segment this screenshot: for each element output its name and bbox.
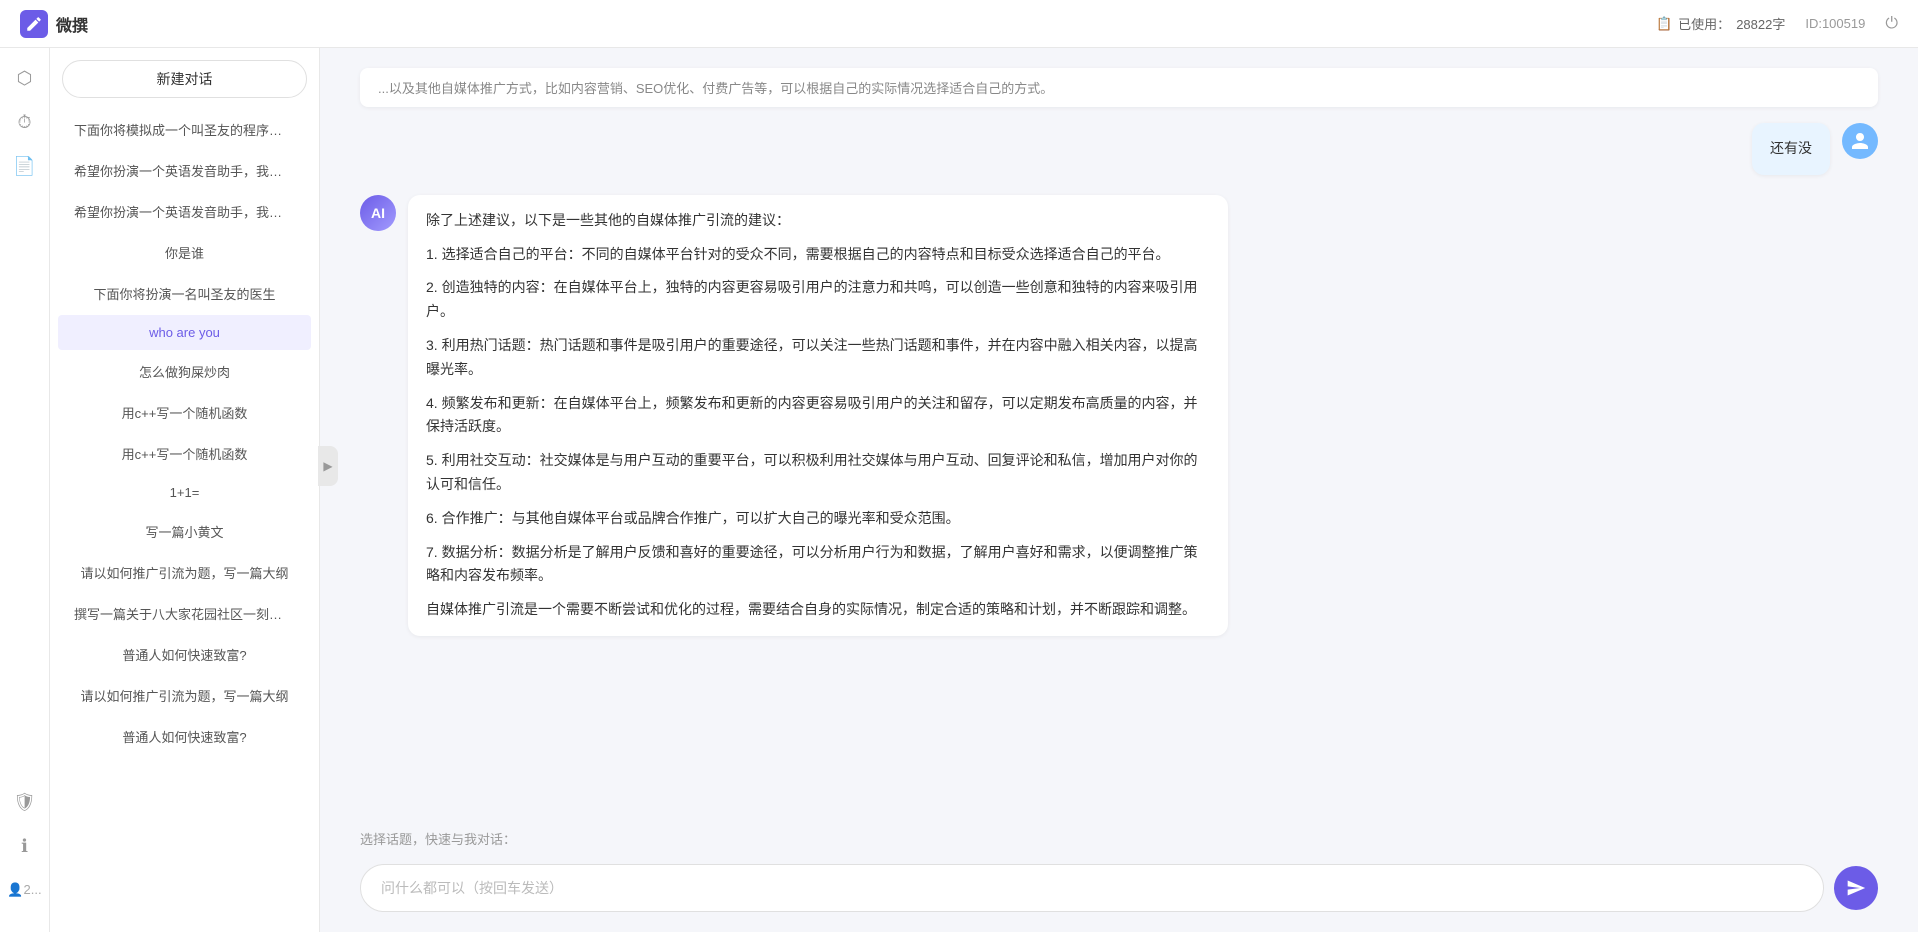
user-bubble-1: 还有没 xyxy=(1752,123,1830,175)
id-badge: ID:100519 xyxy=(1805,16,1865,31)
chat-messages: ...以及其他自媒体推广方式，比如内容营销、SEO优化、付费广告等，可以根据自己… xyxy=(320,48,1918,819)
new-chat-button[interactable]: 新建对话 xyxy=(62,60,307,98)
conv-item-6[interactable]: who are you xyxy=(58,315,311,350)
user-nav-item[interactable]: 👤2... xyxy=(7,872,43,908)
usage-value: 28822字 xyxy=(1736,14,1785,33)
conv-item-7[interactable]: 怎么做狗屎炒肉 xyxy=(58,352,311,391)
quick-prompts-area: 选择话题，快速与我对话： xyxy=(320,819,1918,854)
ai-para-6: 6. 合作推广：与其他自媒体平台或品牌合作推广，可以扩大自己的曝光率和受众范围。 xyxy=(426,507,1210,531)
ai-para-5: 5. 利用社交互动：社交媒体是与用户互动的重要平台，可以积极利用社交媒体与用户互… xyxy=(426,449,1210,497)
ai-para-2: 2. 创造独特的内容：在自媒体平台上，独特的内容更容易吸引用户的注意力和共鸣，可… xyxy=(426,276,1210,324)
app-title: 微撰 xyxy=(56,12,88,36)
conv-item-14[interactable]: 普通人如何快速致富? xyxy=(58,635,311,674)
conv-item-9[interactable]: 用c++写一个随机函数 xyxy=(58,434,311,473)
info-nav-item[interactable]: ℹ xyxy=(7,828,43,864)
input-area xyxy=(320,854,1918,932)
shield-nav-item[interactable]: 🛡 xyxy=(7,784,43,820)
sidebar-collapse-button[interactable]: ▶ xyxy=(318,446,338,486)
hexagon-nav-item[interactable]: ⬡ xyxy=(7,60,43,96)
conv-item-16[interactable]: 普通人如何快速致富? xyxy=(58,717,311,756)
conv-item-11[interactable]: 写一篇小黄文 xyxy=(58,512,311,551)
logo-icon xyxy=(20,10,48,38)
topbar: 微撰 📋 已使用： 28822字 ID:100519 ⏻ xyxy=(0,0,1918,48)
user-message-1: 还有没 xyxy=(360,123,1878,175)
quick-prompts-label: 选择话题，快速与我对话： xyxy=(360,829,516,848)
conv-item-10[interactable]: 1+1= xyxy=(58,475,311,510)
conversation-sidebar: 新建对话 下面你将模拟成一个叫圣友的程序员，我说... 希望你扮演一个英语发音助… xyxy=(50,48,320,932)
ai-avatar: AI xyxy=(360,195,396,231)
ai-bubble-1: 除了上述建议，以下是一些其他的自媒体推广引流的建议： 1. 选择适合自己的平台：… xyxy=(408,195,1228,636)
partial-message: ...以及其他自媒体推广方式，比如内容营销、SEO优化、付费广告等，可以根据自己… xyxy=(360,68,1878,107)
power-icon[interactable]: ⏻ xyxy=(1885,15,1898,33)
conv-item-12[interactable]: 请以如何推广引流为题，写一篇大纲 xyxy=(58,553,311,592)
conv-item-15[interactable]: 请以如何推广引流为题，写一篇大纲 xyxy=(58,676,311,715)
usage-label: 已使用： xyxy=(1678,14,1730,33)
send-button[interactable] xyxy=(1834,866,1878,910)
conv-item-5[interactable]: 下面你将扮演一名叫圣友的医生 xyxy=(58,274,311,313)
icon-sidebar: ⬡ ⏱ 📄 🛡 ℹ 👤2... xyxy=(0,48,50,932)
clock-nav-item[interactable]: ⏱ xyxy=(7,104,43,140)
conv-item-4[interactable]: 你是谁 xyxy=(58,233,311,272)
main-area: ...以及其他自媒体推广方式，比如内容营销、SEO优化、付费广告等，可以根据自己… xyxy=(320,48,1918,932)
topbar-right: 📋 已使用： 28822字 ID:100519 ⏻ xyxy=(1656,14,1898,33)
conv-item-13[interactable]: 撰写一篇关于八大家花园社区一刻钟便民生... xyxy=(58,594,311,633)
storage-icon: 📋 xyxy=(1656,16,1672,32)
ai-para-3: 3. 利用热门话题：热门话题和事件是吸引用户的重要途径，可以关注一些热门话题和事… xyxy=(426,334,1210,382)
conv-item-2[interactable]: 希望你扮演一个英语发音助手，我提供给你... xyxy=(58,151,311,190)
ai-para-4: 4. 频繁发布和更新：在自媒体平台上，频繁发布和更新的内容更容易吸引用户的关注和… xyxy=(426,392,1210,440)
ai-para-0: 除了上述建议，以下是一些其他的自媒体推广引流的建议： xyxy=(426,209,1210,233)
app-logo: 微撰 xyxy=(20,10,88,38)
conv-item-1[interactable]: 下面你将模拟成一个叫圣友的程序员，我说... xyxy=(58,110,311,149)
usage-display: 📋 已使用： 28822字 xyxy=(1656,14,1785,33)
chat-input[interactable] xyxy=(360,864,1824,912)
ai-para-1: 1. 选择适合自己的平台：不同的自媒体平台针对的受众不同，需要根据自己的内容特点… xyxy=(426,243,1210,267)
user-avatar xyxy=(1842,123,1878,159)
ai-para-7: 7. 数据分析：数据分析是了解用户反馈和喜好的重要途径，可以分析用户行为和数据，… xyxy=(426,541,1210,589)
document-nav-item[interactable]: 📄 xyxy=(7,148,43,184)
conv-item-8[interactable]: 用c++写一个随机函数 xyxy=(58,393,311,432)
conv-item-3[interactable]: 希望你扮演一个英语发音助手，我提供给你... xyxy=(58,192,311,231)
ai-para-8: 自媒体推广引流是一个需要不断尝试和优化的过程，需要结合自身的实际情况，制定合适的… xyxy=(426,598,1210,622)
ai-message-1: AI 除了上述建议，以下是一些其他的自媒体推广引流的建议： 1. 选择适合自己的… xyxy=(360,195,1878,636)
